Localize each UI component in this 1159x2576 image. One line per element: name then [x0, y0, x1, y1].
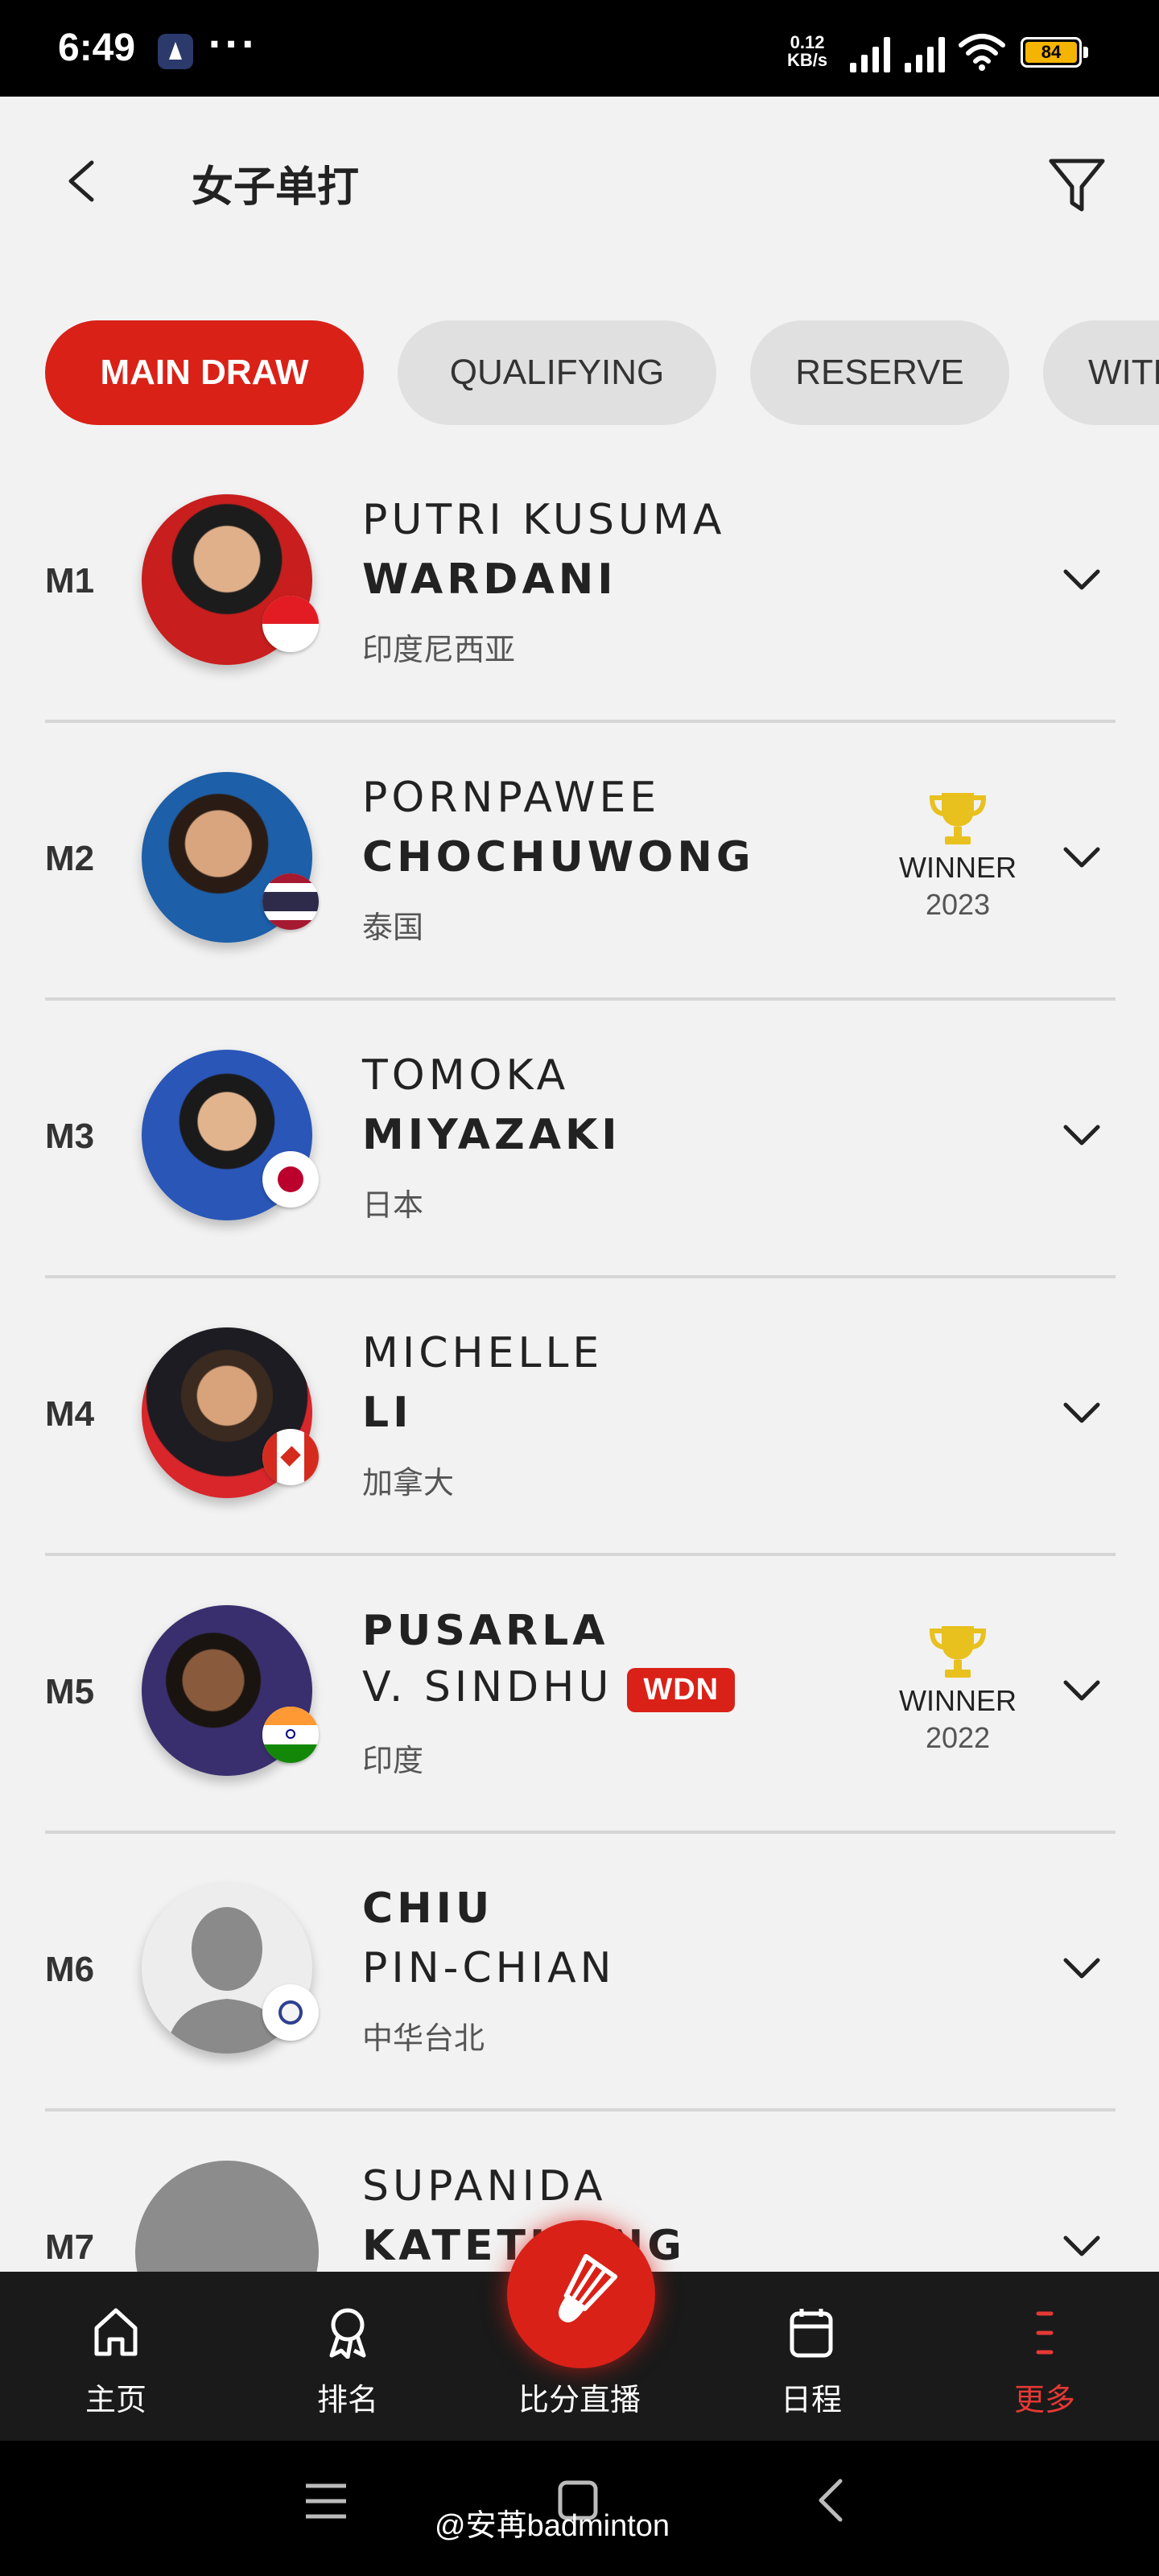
player-last-name: CHOCHUWONG [362, 833, 755, 881]
chevron-down-icon[interactable] [1058, 1395, 1106, 1430]
status-time: 6:49 [58, 27, 136, 69]
player-first-name: MICHELLE [362, 1329, 604, 1377]
nav-item-more[interactable]: 更多 [964, 2272, 1125, 2441]
battery-level: 84 [1025, 42, 1077, 63]
back-triangle-icon[interactable] [811, 2476, 852, 2524]
winner-badge: WINNER 2022 [885, 1621, 1030, 1755]
nav-label: 排名 [316, 2382, 378, 2417]
nav-label-live-score[interactable]: 比分直播 [499, 2375, 660, 2419]
canada-flag-icon [262, 1429, 319, 1485]
nav-item-schedule[interactable]: 日程 [731, 2272, 892, 2441]
trophy-icon [929, 1626, 987, 1678]
player-last-name: PIN-CHIAN [362, 1944, 616, 1992]
tab-qualifying[interactable]: QUALIFYING [398, 320, 716, 425]
seed-label: M2 [45, 839, 95, 878]
trophy-icon [929, 793, 987, 844]
weibo-watermark: @安苒badminton [435, 2509, 670, 2543]
home-icon [94, 2308, 138, 2356]
thailand-flag-icon [262, 873, 319, 930]
nav-label: 主页 [85, 2382, 146, 2417]
network-speed-unit: KB/s [787, 50, 828, 70]
player-first-name: PUSARLA [362, 1607, 609, 1655]
back-button[interactable] [56, 153, 105, 209]
nav-item-ranking[interactable]: 排名 [267, 2272, 428, 2441]
seed-label: M5 [45, 1672, 95, 1711]
player-country: 印度 [362, 1743, 424, 1778]
navigation-app-icon [158, 34, 193, 69]
player-first-name: CHIU [362, 1885, 494, 1933]
winner-year: 2022 [925, 1721, 991, 1754]
nav-label: 日程 [780, 2382, 842, 2417]
player-row[interactable]: M1 PUTRI KUSUMA WARDANI 印度尼西亚 [0, 443, 1159, 720]
wifi-icon [959, 34, 1005, 71]
tab-withdrawn[interactable]: WITHDRAWN [1043, 320, 1159, 425]
live-score-button[interactable] [507, 2220, 655, 2368]
signal-icon [850, 37, 895, 72]
seed-label: M4 [45, 1394, 95, 1434]
nav-item-home[interactable]: 主页 [35, 2272, 196, 2441]
chevron-down-icon[interactable] [1058, 562, 1106, 597]
menu-icon[interactable] [303, 2481, 349, 2521]
player-first-name: PUTRI KUSUMA [362, 496, 726, 544]
chevron-down-icon[interactable] [1058, 1117, 1106, 1153]
player-row[interactable]: M5 PUSARLA V. SINDHU WDN 印度 WINNER 2022 [0, 1554, 1159, 1831]
winner-label: WINNER [899, 1684, 1017, 1717]
seed-label: M6 [45, 1950, 95, 1989]
chevron-down-icon[interactable] [1058, 1673, 1106, 1708]
player-first-name: PORNPAWEE [362, 774, 661, 822]
player-country: 日本 [362, 1187, 424, 1223]
player-row[interactable]: M6 CHIU PIN-CHIAN 中华台北 [0, 1831, 1159, 2108]
seed-label: M1 [45, 561, 95, 601]
chevron-down-icon[interactable] [1058, 2228, 1106, 2264]
network-speed-value: 0.12 [790, 32, 825, 52]
winner-year: 2023 [925, 888, 991, 921]
filter-button[interactable] [1045, 153, 1109, 217]
wdn-badge: WDN [627, 1667, 736, 1712]
tab-main-draw[interactable]: MAIN DRAW [45, 320, 364, 425]
chevron-down-icon[interactable] [1058, 840, 1106, 875]
draw-tabs: MAIN DRAW QUALIFYING RESERVE WITHDRAWN [45, 320, 1159, 427]
player-last-name: V. SINDHU [362, 1663, 613, 1711]
nav-label: 更多 [1013, 2382, 1075, 2417]
more-icon [1036, 2311, 1054, 2355]
calendar-icon [790, 2309, 833, 2358]
award-icon [329, 2308, 366, 2359]
battery-icon: 84 [1021, 37, 1082, 68]
page-title: 女子单打 [192, 163, 360, 212]
status-bar: 6:49 ··· 0.12 KB/s 84 [0, 0, 1159, 97]
winner-label: WINNER [899, 851, 1017, 884]
player-first-name: TOMOKA [362, 1051, 570, 1100]
japan-flag-icon [262, 1151, 319, 1208]
player-row[interactable]: M3 TOMOKA MIYAZAKI 日本 [0, 998, 1159, 1275]
player-country: 中华台北 [362, 2021, 485, 2056]
tab-reserve[interactable]: RESERVE [750, 320, 1009, 425]
player-last-name: WARDANI [362, 555, 617, 604]
player-row[interactable]: M2 PORNPAWEE CHOCHUWONG 泰国 WINNER 2023 [0, 720, 1159, 997]
chinese-taipei-flag-icon [262, 1984, 319, 2041]
more-notifications-icon: ··· [208, 24, 258, 65]
player-first-name: SUPANIDA [362, 2162, 607, 2211]
network-speed: 0.12 KB/s [787, 34, 827, 69]
seed-label: M3 [45, 1117, 95, 1156]
player-row[interactable]: M4 MICHELLE LI 加拿大 [0, 1276, 1159, 1553]
signal-icon-2 [905, 37, 950, 72]
player-country: 印度尼西亚 [362, 632, 516, 667]
player-last-name: LI [362, 1389, 413, 1437]
indonesia-flag-icon [262, 596, 319, 652]
india-flag-icon [262, 1707, 319, 1763]
player-country: 泰国 [362, 910, 424, 945]
winner-badge: WINNER 2023 [885, 788, 1030, 922]
player-last-name: MIYAZAKI [362, 1111, 621, 1159]
player-last-name-row: V. SINDHU WDN [362, 1663, 736, 1712]
battery-tip [1083, 47, 1088, 58]
shuttlecock-icon [559, 2253, 618, 2322]
chevron-down-icon[interactable] [1058, 1951, 1106, 1986]
player-country: 加拿大 [362, 1465, 455, 1501]
